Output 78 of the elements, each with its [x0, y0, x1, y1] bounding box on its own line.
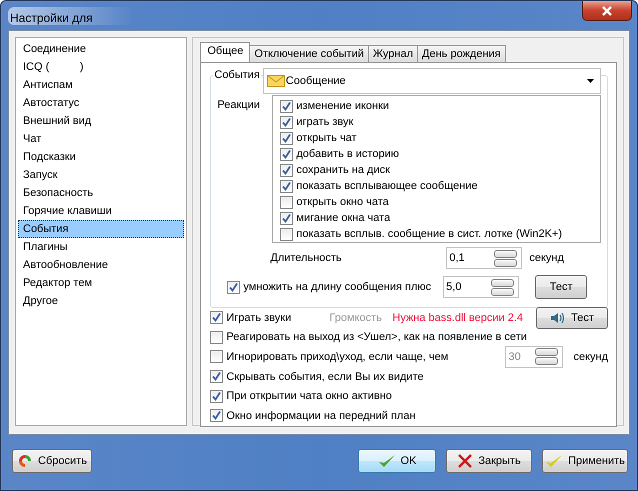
reaction-label: открыть окно чата	[296, 196, 389, 208]
close-button[interactable]	[582, 1, 632, 21]
volume-label: Громкость	[329, 312, 383, 324]
checkbox[interactable]	[210, 311, 224, 324]
sidebar-item[interactable]: Другое	[18, 292, 184, 310]
checkbox[interactable]	[280, 148, 294, 160]
checkbox[interactable]	[210, 390, 224, 403]
reaction-label: открыть чат	[296, 132, 357, 144]
sidebar-item[interactable]: Антиспам	[18, 76, 184, 94]
test-button[interactable]: Тест	[535, 275, 588, 299]
reaction-label: играть звук	[296, 116, 354, 128]
reaction-label: сохранить на диск	[296, 164, 390, 176]
sidebar-item[interactable]: Безопасность	[18, 184, 184, 202]
event-dropdown[interactable]: Сообщение	[262, 68, 601, 94]
duration-field[interactable]: 0,1	[446, 247, 522, 269]
checkbox[interactable]	[280, 100, 294, 112]
warning-text: Нужна bass.dll версии 2.4	[392, 312, 523, 324]
seconds-label: секунд	[573, 350, 608, 363]
envelope-icon	[266, 75, 285, 87]
caret-icon	[587, 79, 594, 83]
sidebar-item[interactable]: Чат	[18, 130, 184, 148]
checkbox[interactable]	[280, 180, 294, 192]
sidebar-item[interactable]: Соединение	[18, 40, 184, 58]
tab[interactable]: Отключение событий	[249, 45, 369, 62]
reaction-label: изменение иконки	[296, 100, 390, 112]
checkbox[interactable]	[280, 132, 294, 144]
option-label: Скрывать события, если Вы их видите	[226, 370, 424, 383]
close-button[interactable]: Закрыть	[446, 448, 532, 472]
sidebar-item[interactable]: Подсказки	[18, 148, 184, 166]
checkbox[interactable]	[210, 370, 224, 384]
multiply-field[interactable]: 5,0	[443, 276, 520, 298]
reset-button[interactable]: Сбросить	[12, 448, 92, 472]
option-label: Реагировать на выход из <Ушел>, как на появление в сети	[226, 331, 527, 344]
sidebar-item[interactable]: Автообновление	[18, 256, 184, 274]
option-label: Играть звуки	[226, 312, 292, 324]
checkbox[interactable]	[210, 409, 224, 422]
refresh-icon	[17, 452, 34, 468]
sidebar-item[interactable]: Плагины	[18, 238, 184, 256]
check-icon	[378, 452, 396, 468]
sidebar-item[interactable]: Внешний вид	[18, 112, 184, 130]
check-icon	[545, 452, 564, 468]
tab[interactable]: День рождения	[417, 45, 506, 62]
seconds-label: секунд	[529, 252, 564, 264]
checkbox[interactable]	[280, 196, 294, 208]
spinner-icon	[535, 348, 558, 366]
spinner-icon	[491, 278, 514, 296]
tab[interactable]: Журнал	[368, 45, 418, 62]
duration-label: Длительность	[270, 252, 343, 264]
tab[interactable]: Общее	[200, 42, 250, 62]
checkbox[interactable]	[210, 330, 224, 344]
ok-button[interactable]: OK	[358, 448, 436, 472]
checkbox[interactable]	[227, 280, 240, 294]
checkbox[interactable]	[280, 212, 294, 224]
close-icon	[457, 452, 474, 468]
checkbox[interactable]	[280, 164, 294, 176]
spinner-icon	[494, 250, 518, 266]
reaction-label: показать всплывающее сообщение	[296, 180, 478, 192]
checkbox[interactable]	[280, 116, 294, 128]
option-label: Игнорировать приход\уход, если чаще, чем	[226, 350, 448, 363]
option-label: При открытии чата окно активно	[226, 390, 392, 402]
checkbox[interactable]	[280, 228, 294, 240]
sidebar-item[interactable]: События	[18, 220, 184, 238]
sidebar-item[interactable]: Автостатус	[18, 94, 184, 112]
sidebar-item[interactable]: Редактор тем	[18, 274, 184, 292]
speaker-icon	[550, 312, 566, 324]
option-label: Окно информации на передний план	[226, 410, 416, 422]
reaction-label: добавить в историю	[296, 148, 399, 160]
sidebar-item[interactable]: Запуск	[18, 166, 184, 184]
reactions-label: Реакции	[217, 98, 261, 113]
reaction-label: мигание окна чата	[296, 212, 390, 224]
multiply-label: умножить на длину сообщения плюс	[243, 281, 432, 293]
close-icon	[601, 6, 613, 16]
apply-button[interactable]: Применить	[542, 448, 628, 472]
event-value: Сообщение	[286, 75, 346, 87]
test-sound-button[interactable]: Тест	[536, 306, 608, 329]
sidebar-item[interactable]: Горячие клавиши	[18, 202, 184, 220]
reaction-label: показать всплыв. сообщение в сист. лотке (Win2K+)	[296, 228, 562, 240]
sidebar-item[interactable]: ICQ ( )	[18, 58, 184, 76]
